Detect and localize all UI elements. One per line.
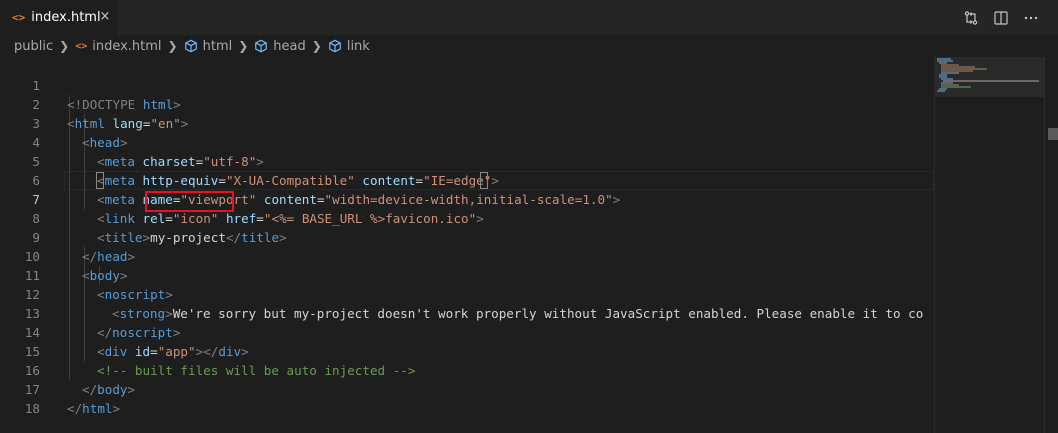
chevron-right-icon: ❯ xyxy=(238,39,249,53)
code-line: 7 <link rel="icon" href="<%= BASE_URL %>… xyxy=(32,192,484,226)
breadcrumb-item-link[interactable]: link xyxy=(328,39,370,54)
html-file-icon: <> xyxy=(75,40,88,52)
bracket-match-highlight xyxy=(480,172,488,189)
code-line: 1 <!DOCTYPE html> xyxy=(32,78,181,112)
chevron-right-icon: ❯ xyxy=(311,39,322,53)
code-line: 3 <head> xyxy=(32,116,128,150)
code-line: 9 </head> xyxy=(32,230,136,264)
minimap-line xyxy=(937,90,945,92)
chevron-right-icon: ❯ xyxy=(59,39,70,53)
cube-icon xyxy=(184,39,198,53)
source-control-compare-icon[interactable] xyxy=(961,8,981,28)
close-icon[interactable]: × xyxy=(97,9,113,25)
code-line: 2 <html lang="en"> xyxy=(32,97,189,131)
cube-icon xyxy=(328,39,342,53)
code-line: 18 xyxy=(24,401,40,416)
bracket-match-highlight xyxy=(96,172,104,189)
breadcrumb-item-index-html[interactable]: <> index.html xyxy=(75,39,161,54)
code-line: 12 <strong>We're sorry but my-project do… xyxy=(24,287,924,321)
code-line: 4 <meta charset="utf-8"> xyxy=(32,135,264,169)
code-line: 11 <noscript> xyxy=(24,268,173,302)
minimap[interactable] xyxy=(934,57,1045,433)
html-file-icon: <> xyxy=(12,11,26,24)
minimap-line xyxy=(943,80,1039,82)
breadcrumb-item-html[interactable]: html xyxy=(184,39,232,54)
code-editor[interactable]: 1 <!DOCTYPE html> 2 <html lang="en"> 3 <… xyxy=(0,57,934,433)
breadcrumb-item-public[interactable]: public xyxy=(14,39,53,54)
tab-label: index.html xyxy=(31,10,101,25)
code-line: 5 <meta http-equiv="X-UA-Compatible" con… xyxy=(32,154,499,188)
code-line: 13 </noscript> xyxy=(24,306,181,340)
scrollbar-thumb[interactable] xyxy=(1048,128,1058,140)
chevron-right-icon: ❯ xyxy=(167,39,178,53)
code-line: 6 <meta name="viewport" content="width=d… xyxy=(32,173,621,207)
code-line: 15 <!-- built files will be auto injecte… xyxy=(24,344,416,378)
code-line: 8 <title>my-project</title> xyxy=(32,211,287,245)
cube-icon xyxy=(254,39,268,53)
code-line: 14 <div id="app"></div> xyxy=(24,325,249,359)
tab-bar: <> index.html × xyxy=(0,0,1058,35)
vertical-scrollbar[interactable] xyxy=(1044,57,1058,433)
tab-index-html[interactable]: <> index.html × xyxy=(0,0,118,35)
more-actions-icon[interactable] xyxy=(1021,8,1041,28)
code-line: 10 <body> xyxy=(24,249,128,283)
split-editor-icon[interactable] xyxy=(991,8,1011,28)
code-line: 16 </body> xyxy=(24,363,136,397)
minimap-slider[interactable] xyxy=(935,57,1045,97)
breadcrumb-item-head[interactable]: head xyxy=(254,39,306,54)
code-line: 17 </html> xyxy=(24,382,121,416)
breadcrumb: public ❯ <> index.html ❯ html ❯ head ❯ l… xyxy=(0,35,1058,57)
